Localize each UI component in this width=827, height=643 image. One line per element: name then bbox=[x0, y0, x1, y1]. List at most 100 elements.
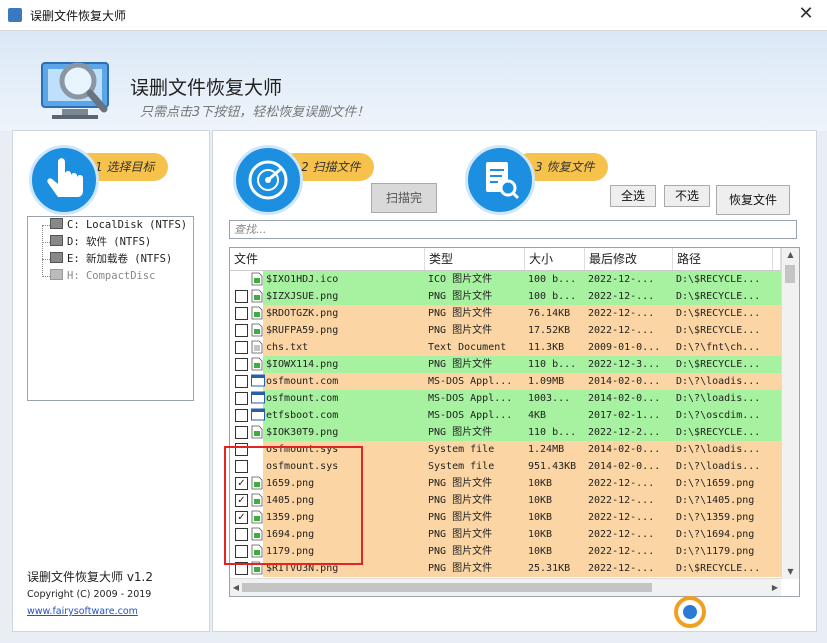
cell-size: 10KB bbox=[528, 529, 553, 540]
app-icon bbox=[8, 8, 22, 22]
cell-filename: 1405.png bbox=[266, 495, 315, 506]
drive-item-c[interactable]: C: LocalDisk (NTFS) bbox=[50, 218, 187, 233]
drive-item-h[interactable]: H: CompactDisc bbox=[50, 269, 156, 284]
col-size[interactable]: 大小 bbox=[525, 248, 585, 270]
text-file-icon bbox=[251, 340, 263, 354]
cell-path: D:\?\fnt\ch... bbox=[676, 342, 761, 353]
right-panel: 2 扫描文件 扫描完 3 恢复文件 全选 不选 恢复文件 查找... 文件 类型… bbox=[212, 130, 817, 632]
cell-path: D:\?\1659.png bbox=[676, 478, 755, 489]
cell-size: 951.43KB bbox=[528, 461, 577, 472]
table-row[interactable]: $RITVU3N.png PNG 图片文件 25.31KB 2022-12-... D:… bbox=[230, 560, 781, 577]
col-modified[interactable]: 最后修改 bbox=[585, 248, 673, 270]
app-version: 误删文件恢复大师 v1.2 bbox=[27, 570, 154, 584]
row-checkbox[interactable] bbox=[235, 375, 248, 388]
cell-modified: 2014-02-0... bbox=[588, 444, 661, 455]
cell-size: 110 b... bbox=[528, 359, 577, 370]
table-row[interactable]: $IOWX114.png PNG 图片文件 110 b... 2022-12-3...… bbox=[230, 356, 781, 373]
col-extra[interactable] bbox=[773, 248, 781, 270]
row-checkbox[interactable] bbox=[235, 358, 248, 371]
watermark-logo bbox=[674, 596, 706, 628]
row-checkbox[interactable] bbox=[235, 324, 248, 337]
drive-item-e[interactable]: E: 新加载卷 (NTFS) bbox=[50, 252, 172, 267]
window-title: 误删文件恢复大师 bbox=[30, 9, 127, 23]
cell-modified: 2022-12-... bbox=[588, 308, 655, 319]
scroll-left-arrow-icon[interactable]: ◀ bbox=[230, 579, 242, 596]
table-row[interactable]: osfmount.com MS-DOS Appl... 1003... 2014-02… bbox=[230, 390, 781, 407]
row-checkbox[interactable]: ✓ bbox=[235, 511, 248, 524]
row-checkbox[interactable]: ✓ bbox=[235, 494, 248, 507]
table-row[interactable]: 1179.png PNG 图片文件 10KB 2022-12-... D:\?\1179… bbox=[230, 543, 781, 560]
table-row[interactable]: ✓ 1359.png PNG 图片文件 10KB 2022-12-... D:\?\135… bbox=[230, 509, 781, 526]
recover-button[interactable]: 恢复文件 bbox=[716, 185, 790, 215]
row-checkbox[interactable] bbox=[235, 460, 248, 473]
table-row[interactable]: ✓ 1659.png PNG 图片文件 10KB 2022-12-... D:\?\165… bbox=[230, 475, 781, 492]
row-checkbox[interactable] bbox=[235, 426, 248, 439]
cell-modified: 2022-12-2... bbox=[588, 427, 661, 438]
image-file-icon bbox=[251, 527, 263, 541]
row-checkbox[interactable] bbox=[235, 545, 248, 558]
table-row[interactable]: $IZXJSUE.png PNG 图片文件 100 b... 2022-12-... D… bbox=[230, 288, 781, 305]
header-banner: 误删文件恢复大师 只需点击3下按钮，轻松恢复误删文件！ bbox=[0, 31, 827, 131]
vertical-scroll-thumb[interactable] bbox=[785, 265, 795, 283]
table-row[interactable]: osfmount.sys System file 951.43KB 2014-02-0… bbox=[230, 458, 781, 475]
cell-modified: 2009-01-0... bbox=[588, 342, 661, 353]
row-checkbox[interactable] bbox=[235, 290, 248, 303]
table-row[interactable]: osfmount.com MS-DOS Appl... 1.09MB 2014-02-… bbox=[230, 373, 781, 390]
website-link[interactable]: www.fairysoftware.com bbox=[27, 606, 138, 617]
scroll-up-arrow-icon[interactable]: ▲ bbox=[782, 248, 799, 262]
select-all-button[interactable]: 全选 bbox=[610, 185, 656, 207]
table-row[interactable]: etfsboot.com MS-DOS Appl... 4KB 2017-02-1..… bbox=[230, 407, 781, 424]
cell-size: 100 b... bbox=[528, 291, 577, 302]
cell-path: D:\$RECYCLE... bbox=[676, 563, 761, 574]
table-row[interactable]: $RDOTGZK.png PNG 图片文件 76.14KB 2022-12-... D:… bbox=[230, 305, 781, 322]
row-checkbox[interactable] bbox=[235, 392, 248, 405]
row-checkbox[interactable] bbox=[235, 443, 248, 456]
table-row[interactable]: ✓ 1405.png PNG 图片文件 10KB 2022-12-... D:\?\140… bbox=[230, 492, 781, 509]
hard-disk-icon bbox=[50, 235, 63, 246]
deselect-button[interactable]: 不选 bbox=[664, 185, 710, 207]
magnifier-monitor-icon bbox=[41, 62, 109, 119]
cell-path: D:\$RECYCLE... bbox=[676, 291, 761, 302]
cd-drive-icon bbox=[50, 269, 63, 280]
cell-modified: 2022-12-... bbox=[588, 563, 655, 574]
row-checkbox[interactable]: ✓ bbox=[235, 477, 248, 490]
cell-path: D:\$RECYCLE... bbox=[676, 427, 761, 438]
cell-size: 10KB bbox=[528, 478, 553, 489]
horizontal-scroll-thumb[interactable] bbox=[242, 583, 652, 592]
banner-title: 误删文件恢复大师 bbox=[130, 77, 283, 99]
close-button[interactable]: ✕ bbox=[795, 3, 817, 25]
cell-filename: 1659.png bbox=[266, 478, 315, 489]
cell-path: D:\?\1405.png bbox=[676, 495, 755, 506]
search-input[interactable]: 查找... bbox=[229, 220, 797, 239]
row-checkbox[interactable] bbox=[235, 307, 248, 320]
table-row[interactable]: $RUFPA59.png PNG 图片文件 17.52KB 2022-12-... D:… bbox=[230, 322, 781, 339]
table-row[interactable]: 1694.png PNG 图片文件 10KB 2022-12-... D:\?\1694… bbox=[230, 526, 781, 543]
scan-button[interactable]: 扫描完 bbox=[371, 183, 437, 213]
cell-filename: osfmount.sys bbox=[266, 461, 339, 472]
drive-item-d[interactable]: D: 软件 (NTFS) bbox=[50, 235, 151, 250]
table-row[interactable]: $IXO1HDJ.ico ICO 图片文件 100 b... 2022-12-... D… bbox=[230, 271, 781, 288]
col-type[interactable]: 类型 bbox=[425, 248, 525, 270]
row-checkbox[interactable] bbox=[235, 341, 248, 354]
row-checkbox[interactable] bbox=[235, 528, 248, 541]
cell-modified: 2022-12-... bbox=[588, 495, 655, 506]
table-row[interactable]: $IOK30T9.png PNG 图片文件 110 b... 2022-12-2...… bbox=[230, 424, 781, 441]
scroll-down-arrow-icon[interactable]: ▼ bbox=[782, 565, 799, 579]
row-checkbox[interactable] bbox=[235, 409, 248, 422]
vertical-scrollbar[interactable]: ▲ ▼ bbox=[781, 248, 799, 579]
col-file[interactable]: 文件 bbox=[230, 248, 425, 270]
image-file-icon bbox=[251, 476, 263, 490]
table-row[interactable]: chs.txt Text Document 11.3KB 2009-01-0... D:… bbox=[230, 339, 781, 356]
drive-tree[interactable]: C: LocalDisk (NTFS) D: 软件 (NTFS) E: 新加载卷… bbox=[27, 216, 194, 401]
row-checkbox[interactable] bbox=[235, 562, 248, 575]
cell-path: D:\?\loadis... bbox=[676, 393, 761, 404]
col-path[interactable]: 路径 bbox=[673, 248, 773, 270]
cell-filename: $IOK30T9.png bbox=[266, 427, 339, 438]
cell-filename: $RITVU3N.png bbox=[266, 563, 339, 574]
image-file-icon bbox=[251, 323, 263, 337]
image-file-icon bbox=[251, 493, 263, 507]
image-file-icon bbox=[251, 306, 263, 320]
document-search-icon bbox=[465, 145, 535, 215]
table-header: 文件 类型 大小 最后修改 路径 bbox=[230, 248, 781, 271]
table-row[interactable]: osfmount.sys System file 1.24MB 2014-02-0..… bbox=[230, 441, 781, 458]
